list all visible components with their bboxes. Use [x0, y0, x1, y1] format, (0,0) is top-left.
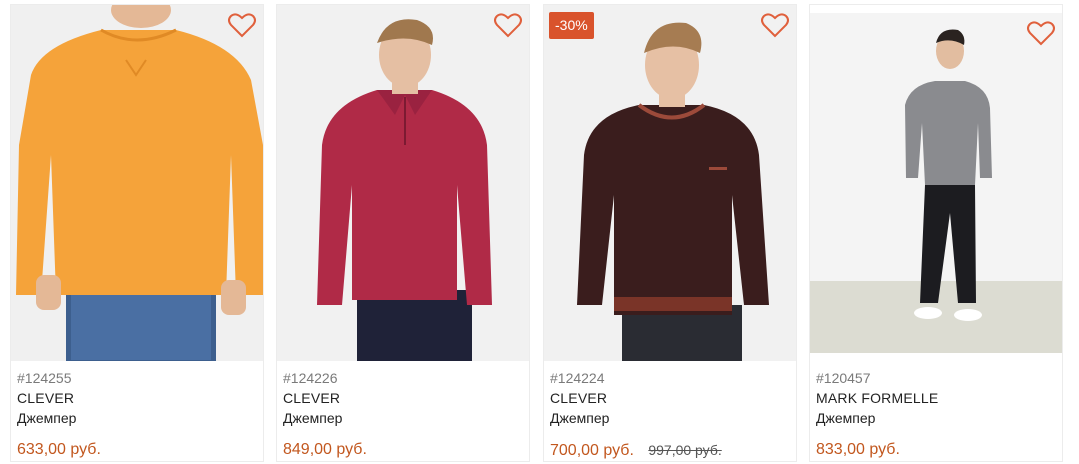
heart-icon: [228, 13, 256, 38]
product-info: #124224 CLEVER Джемпер 700,00 руб. 997,0…: [550, 368, 790, 461]
product-type[interactable]: Джемпер: [283, 408, 523, 428]
product-prices: 633,00 руб.: [17, 440, 257, 460]
product-brand[interactable]: CLEVER: [550, 388, 790, 408]
product-price: 833,00 руб.: [816, 441, 900, 458]
add-to-favorites-button[interactable]: [227, 11, 257, 39]
product-card[interactable]: #124255 CLEVER Джемпер 633,00 руб.: [10, 4, 264, 462]
product-price: 849,00 руб.: [283, 441, 367, 458]
product-prices: 700,00 руб. 997,00 руб.: [550, 440, 790, 461]
add-to-favorites-button[interactable]: [760, 11, 790, 39]
product-type[interactable]: Джемпер: [550, 408, 790, 428]
product-image[interactable]: [277, 5, 529, 361]
add-to-favorites-button[interactable]: [493, 11, 523, 39]
product-type[interactable]: Джемпер: [816, 408, 1056, 428]
product-old-price: 997,00 руб.: [648, 442, 722, 458]
product-image[interactable]: [11, 5, 263, 361]
product-brand[interactable]: CLEVER: [17, 388, 257, 408]
add-to-favorites-button[interactable]: [1026, 19, 1056, 47]
product-info: #124255 CLEVER Джемпер 633,00 руб.: [17, 368, 257, 460]
heart-icon: [761, 13, 789, 38]
product-image[interactable]: -30%: [544, 5, 796, 361]
heart-icon: [494, 13, 522, 38]
product-grid: #124255 CLEVER Джемпер 633,00 руб. #1242…: [0, 0, 1079, 464]
product-sku: #124224: [550, 370, 605, 386]
product-sku: #120457: [816, 370, 871, 386]
product-card[interactable]: #124226 CLEVER Джемпер 849,00 руб.: [276, 4, 530, 462]
product-sku: #124226: [283, 370, 338, 386]
product-card[interactable]: -30% #124224 CLEVER Джемпер 700,00 руб. …: [543, 4, 797, 462]
product-info: #120457 MARK FORMELLE Джемпер 833,00 руб…: [816, 368, 1056, 460]
product-prices: 833,00 руб.: [816, 440, 1056, 460]
product-type[interactable]: Джемпер: [17, 408, 257, 428]
product-info: #124226 CLEVER Джемпер 849,00 руб.: [283, 368, 523, 460]
product-sku: #124255: [17, 370, 72, 386]
product-brand[interactable]: CLEVER: [283, 388, 523, 408]
product-card[interactable]: #120457 MARK FORMELLE Джемпер 833,00 руб…: [809, 4, 1063, 462]
product-price: 700,00 руб.: [550, 442, 634, 459]
product-prices: 849,00 руб.: [283, 440, 523, 460]
heart-icon: [1027, 21, 1055, 46]
discount-badge: -30%: [549, 12, 594, 39]
product-brand[interactable]: MARK FORMELLE: [816, 388, 1056, 408]
product-price: 633,00 руб.: [17, 441, 101, 458]
product-image[interactable]: [810, 13, 1062, 353]
